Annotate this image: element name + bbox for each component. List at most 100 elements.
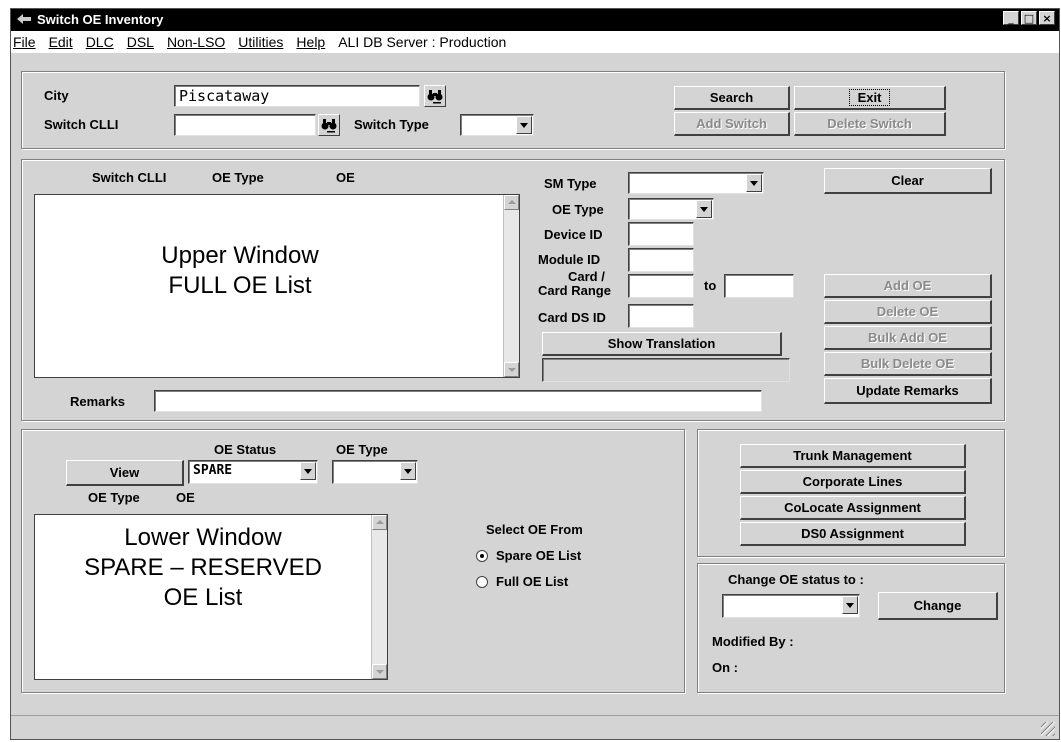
city-label: City [44, 88, 69, 103]
sm-type-select[interactable] [628, 172, 764, 194]
card-range-from-input[interactable] [628, 274, 694, 298]
menu-bar: File Edit DLC DSL Non-LSO Utilities Help… [11, 31, 1059, 53]
translation-output [542, 358, 790, 382]
remarks-input[interactable] [154, 390, 762, 412]
menu-non-lso[interactable]: Non-LSO [167, 34, 225, 50]
status-bar [11, 715, 1059, 739]
chevron-down-icon[interactable] [300, 462, 316, 480]
lower-col-oe: OE [176, 490, 195, 505]
col-switch-clli: Switch CLLI [92, 170, 167, 185]
sm-type-label: SM Type [544, 176, 597, 191]
upper-window-line2: FULL OE List [168, 272, 312, 299]
switch-clli-label: Switch CLLI [44, 117, 119, 132]
clear-button[interactable]: Clear [824, 168, 992, 194]
db-server-label: ALI DB Server : Production [338, 34, 507, 50]
trunk-management-button[interactable]: Trunk Management [740, 444, 966, 468]
delete-oe-button[interactable]: Delete OE [824, 300, 992, 324]
switch-type-select[interactable] [460, 114, 534, 136]
search-button[interactable]: Search [674, 86, 790, 110]
oe-type-label: OE Type [552, 202, 604, 217]
change-button[interactable]: Change [878, 592, 998, 620]
menu-edit[interactable]: Edit [49, 34, 73, 50]
chevron-down-icon[interactable] [696, 200, 712, 218]
upper-list-scrollbar[interactable] [503, 195, 519, 377]
oe-type-filter-select[interactable] [332, 460, 418, 484]
on-label: On : [712, 660, 738, 675]
app-icon [17, 14, 31, 24]
card-range-to-input[interactable] [724, 274, 794, 298]
oe-type-select[interactable] [628, 198, 714, 220]
bulk-add-oe-button[interactable]: Bulk Add OE [824, 326, 992, 350]
select-oe-from-label: Select OE From [486, 522, 583, 537]
menu-dlc[interactable]: DLC [86, 34, 114, 50]
show-translation-button[interactable]: Show Translation [542, 332, 782, 356]
col-oe-type: OE Type [212, 170, 264, 185]
chevron-down-icon[interactable] [842, 596, 858, 614]
lower-col-oe-type: OE Type [88, 490, 140, 505]
change-status-label: Change OE status to : [728, 572, 864, 587]
modified-by-label: Modified By : [712, 634, 794, 649]
city-value: Piscataway [179, 87, 270, 105]
scroll-up-icon[interactable] [504, 195, 519, 210]
change-status-select[interactable] [722, 594, 860, 618]
module-id-input[interactable] [628, 248, 694, 272]
window-title: Switch OE Inventory [37, 12, 164, 27]
add-oe-button[interactable]: Add OE [824, 274, 992, 298]
card-range-label-1: Card / [568, 269, 605, 284]
assignment-panel: Trunk Management Corporate Lines CoLocat… [697, 429, 1005, 557]
oe-status-label: OE Status [214, 442, 277, 457]
to-label: to [704, 278, 717, 293]
scroll-up-icon[interactable] [372, 515, 387, 530]
full-oe-list[interactable]: Upper Window FULL OE List [34, 194, 520, 378]
maximize-button[interactable]: □ [1021, 11, 1037, 25]
full-oe-list-label[interactable]: Full OE List [496, 574, 568, 589]
resize-grip-icon[interactable] [1041, 722, 1055, 736]
clli-search-binoculars-icon[interactable] [318, 114, 340, 136]
upper-window-line1: Upper Window [161, 242, 319, 269]
minimize-button[interactable]: _ [1003, 11, 1019, 25]
add-switch-button[interactable]: Add Switch [674, 112, 790, 136]
city-input[interactable]: Piscataway [174, 85, 420, 107]
menu-dsl[interactable]: DSL [127, 34, 154, 50]
lower-window-line3: OE List [163, 584, 243, 611]
title-bar: Switch OE Inventory _ □ × [11, 9, 1059, 31]
status-change-panel: Change OE status to : Change Modified By… [697, 563, 1005, 693]
oe-type-filter-label: OE Type [336, 442, 388, 457]
chevron-down-icon[interactable] [746, 174, 762, 192]
search-panel: City Piscataway Switch CLLI Switch Type … [21, 71, 1005, 149]
bulk-delete-oe-button[interactable]: Bulk Delete OE [824, 352, 992, 376]
menu-file[interactable]: File [13, 34, 36, 50]
oe-status-value: SPARE [193, 463, 233, 478]
corporate-lines-button[interactable]: Corporate Lines [740, 470, 966, 494]
city-search-binoculars-icon[interactable] [424, 85, 446, 107]
oe-panel: Switch CLLI OE Type OE Upper Window FULL… [21, 159, 1005, 421]
lower-list-scrollbar[interactable] [371, 515, 387, 679]
oe-status-select[interactable]: SPARE [188, 460, 318, 484]
exit-label: Exit [848, 89, 891, 106]
spare-reserved-oe-list[interactable]: Lower Window SPARE – RESERVED OE List [34, 514, 388, 680]
scroll-down-icon[interactable] [504, 362, 519, 377]
chevron-down-icon[interactable] [516, 116, 532, 134]
scroll-down-icon[interactable] [372, 664, 387, 679]
menu-help[interactable]: Help [296, 34, 325, 50]
close-button[interactable]: × [1039, 11, 1055, 25]
spare-oe-list-radio[interactable] [476, 550, 488, 562]
chevron-down-icon[interactable] [400, 462, 416, 480]
delete-switch-button[interactable]: Delete Switch [794, 112, 946, 136]
module-id-label: Module ID [538, 252, 601, 267]
exit-button[interactable]: Exit [794, 86, 946, 110]
card-ds-id-input[interactable] [628, 304, 694, 328]
switch-clli-input[interactable] [174, 114, 316, 136]
switch-type-label: Switch Type [354, 117, 429, 132]
update-remarks-button[interactable]: Update Remarks [824, 378, 992, 404]
device-id-input[interactable] [628, 222, 694, 246]
card-ds-id-label: Card DS ID [538, 310, 606, 325]
ds0-assignment-button[interactable]: DS0 Assignment [740, 522, 966, 546]
spare-panel: OE Status OE Type View SPARE OE Type OE … [21, 429, 685, 693]
menu-utilities[interactable]: Utilities [238, 34, 283, 50]
spare-oe-list-label[interactable]: Spare OE List [496, 548, 581, 563]
colocate-assignment-button[interactable]: CoLocate Assignment [740, 496, 966, 520]
col-oe: OE [336, 170, 355, 185]
full-oe-list-radio[interactable] [476, 576, 488, 588]
view-button[interactable]: View [66, 460, 184, 486]
